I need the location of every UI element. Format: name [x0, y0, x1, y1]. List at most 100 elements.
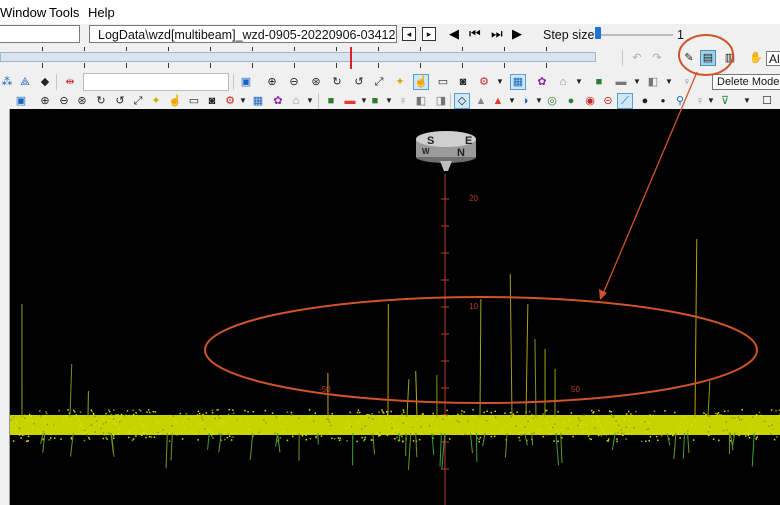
point-cloud-viewport[interactable]: 20 10 -50 50 W S E N: [10, 109, 780, 505]
measure-icon-2[interactable]: ⤢: [131, 94, 145, 108]
layer-icon-2[interactable]: ◧: [414, 94, 428, 108]
zoom-out-icon[interactable]: ⊖: [287, 75, 301, 89]
half-circle-icon[interactable]: ◑: [518, 94, 532, 108]
chevron-down-icon-6[interactable]: ▼: [303, 94, 317, 108]
pin-icon-2[interactable]: ♀: [396, 94, 410, 108]
dot-icon[interactable]: ●: [564, 94, 578, 108]
menu-window[interactable]: Window: [0, 5, 46, 20]
step-size-slider[interactable]: [598, 34, 673, 36]
wand-icon[interactable]: ⚲: [673, 94, 687, 108]
cone-icon[interactable]: ▲: [474, 94, 488, 108]
next-file-icon[interactable]: ▸: [422, 27, 436, 41]
left-splitter[interactable]: [0, 109, 10, 505]
filter-icon[interactable]: ⊽: [718, 94, 732, 108]
seafloor-point-cloud[interactable]: [10, 409, 780, 443]
window-icon-2[interactable]: ▣: [14, 94, 28, 108]
palette-icon-2[interactable]: ✿: [271, 94, 285, 108]
delete-mode-icon[interactable]: ▤: [700, 50, 716, 66]
partial-combo-left[interactable]: [0, 25, 80, 43]
brush-icon[interactable]: ⌂: [556, 75, 570, 89]
chevron-down-icon-3[interactable]: ▼: [630, 75, 644, 89]
rotate-right-icon-2[interactable]: ↺: [113, 94, 127, 108]
delete-mode-tooltip: Delete Mode: [712, 74, 780, 90]
zoom-in-icon-2[interactable]: ⊕: [38, 94, 52, 108]
zoom-fit-icon[interactable]: ⊛: [309, 75, 323, 89]
square-icon[interactable]: ☐: [760, 94, 774, 108]
mode-combo[interactable]: Al: [766, 51, 780, 66]
chevron-down-icon-10[interactable]: ▼: [532, 94, 546, 108]
menu-help[interactable]: Help: [88, 5, 115, 20]
redo-icon[interactable]: ↷: [650, 51, 664, 65]
camera-icon[interactable]: ◙: [456, 75, 470, 89]
grid-icon[interactable]: ▦: [510, 74, 526, 90]
page-icon[interactable]: ▥: [723, 51, 737, 65]
shape-icon[interactable]: ◆: [38, 75, 52, 89]
layer2-icon[interactable]: ◧: [646, 75, 660, 89]
menu-tools[interactable]: Tools: [49, 5, 79, 20]
ring-icon[interactable]: ◎: [545, 94, 559, 108]
small-point-icon[interactable]: ●: [656, 94, 670, 108]
settings-icon-2[interactable]: ⚙: [223, 94, 237, 108]
point-icon[interactable]: ●: [638, 94, 652, 108]
log-file-combo[interactable]: LogData\wzd[multibeam]_wzd-0905-20220906…: [89, 25, 397, 43]
chevron-down-icon-9[interactable]: ▼: [505, 94, 519, 108]
chevron-down-icon[interactable]: ▼: [493, 75, 507, 89]
zoom-fit-icon-2[interactable]: ⊛: [75, 94, 89, 108]
pan-icon-2[interactable]: ☝: [168, 94, 182, 108]
zoom-in-icon[interactable]: ⊕: [265, 75, 279, 89]
scatter-icon[interactable]: ⁂: [0, 75, 14, 89]
toolbar-input[interactable]: [83, 73, 229, 91]
pin-icon[interactable]: ♀: [680, 75, 694, 89]
zoom-out-icon-2[interactable]: ⊖: [57, 94, 71, 108]
camera-icon-2[interactable]: ◙: [205, 94, 219, 108]
chevron-down-icon-11[interactable]: ▼: [704, 94, 718, 108]
palette-icon[interactable]: ✿: [535, 75, 549, 89]
cube-icon-3[interactable]: ■: [368, 94, 382, 108]
timeline-cursor[interactable]: [350, 47, 352, 69]
prev-file-icon[interactable]: ◂: [402, 27, 416, 41]
line-tool-icon[interactable]: ⟋: [617, 93, 633, 109]
skip-back-icon[interactable]: ⏮: [469, 26, 481, 42]
pan-icon[interactable]: ☝: [413, 74, 429, 90]
layer-icon[interactable]: ▬: [614, 75, 628, 89]
highlight-icon[interactable]: ✦: [393, 75, 407, 89]
brush-icon-2[interactable]: ⌂: [289, 94, 303, 108]
cube-icon[interactable]: ■: [592, 75, 606, 89]
target-icon[interactable]: ◉: [583, 94, 597, 108]
play-forward-icon[interactable]: ▶: [512, 26, 522, 42]
highlight-icon-2[interactable]: ✦: [149, 94, 163, 108]
surface-icon[interactable]: ⟁: [18, 75, 32, 89]
play-back-icon[interactable]: ◀: [449, 26, 459, 42]
color-bar-icon[interactable]: ▬: [343, 94, 357, 108]
ruler-icon[interactable]: ▭: [436, 75, 450, 89]
no-entry-icon[interactable]: ⊝: [601, 94, 615, 108]
hand-icon[interactable]: ✋: [749, 51, 763, 65]
undo-icon[interactable]: ↶: [630, 51, 644, 65]
chevron-down-icon-5[interactable]: ▼: [236, 94, 250, 108]
ruler-icon-2[interactable]: ▭: [187, 94, 201, 108]
chevron-down-icon-4[interactable]: ▼: [662, 75, 676, 89]
pen-icon[interactable]: ✎: [682, 51, 696, 65]
timeline[interactable]: [0, 47, 600, 69]
window-icon[interactable]: ▣: [239, 75, 253, 89]
timeline-track[interactable]: [0, 52, 596, 62]
rotate-right-icon[interactable]: ↺: [352, 75, 366, 89]
measure-icon[interactable]: ⤢: [372, 75, 386, 89]
viewport-canvas[interactable]: 20 10 -50 50 W S E N: [10, 109, 780, 505]
grid-icon-2[interactable]: ▦: [251, 94, 265, 108]
step-size-thumb[interactable]: [595, 27, 601, 39]
layer3-icon[interactable]: ◨: [434, 94, 448, 108]
chevron-down-icon-8[interactable]: ▼: [382, 94, 396, 108]
chevron-down-icon-2[interactable]: ▼: [572, 75, 586, 89]
shade-icon[interactable]: ▲: [491, 94, 505, 108]
chevron-down-icon-12[interactable]: ▼: [740, 94, 754, 108]
compass-icon[interactable]: W S E N: [416, 131, 476, 171]
tools-toolbar: ▣ ⊕ ⊖ ⊛ ↻ ↺ ⤢ ✦ ☝ ▭ ◙ ⚙ ▼ ▦ ✿ ⌂ ▼ ■ ▬ ▼ …: [0, 92, 780, 110]
diamond-icon[interactable]: ◇: [454, 93, 470, 109]
skip-forward-icon[interactable]: ⏭: [491, 26, 503, 42]
flip-icon[interactable]: ⇹: [63, 75, 77, 89]
cube-icon-2[interactable]: ■: [324, 94, 338, 108]
rotate-left-icon[interactable]: ↻: [330, 75, 344, 89]
rotate-left-icon-2[interactable]: ↻: [94, 94, 108, 108]
settings-icon[interactable]: ⚙: [477, 75, 491, 89]
